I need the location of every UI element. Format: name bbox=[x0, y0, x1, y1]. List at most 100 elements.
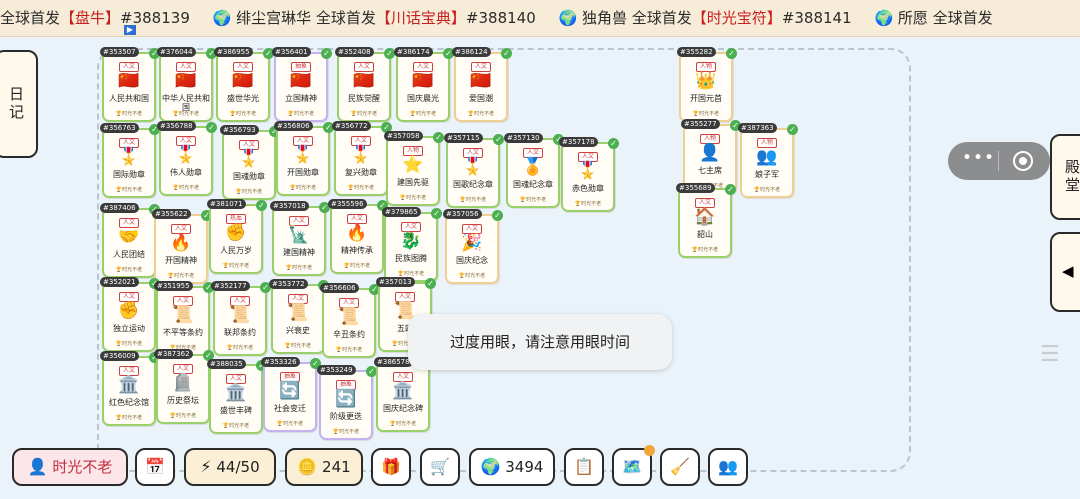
card-id: #351955 bbox=[154, 281, 193, 291]
item-card[interactable]: #355622 ✓ 人文 🔥 开国精神 🏆时光不老 bbox=[152, 209, 212, 284]
card-title: 人民团结 bbox=[113, 250, 145, 259]
card-id: #352177 bbox=[211, 281, 250, 291]
item-card[interactable]: #353249 ✓ 抽象 🔄 阶级更迭 🏆时光不老 bbox=[317, 365, 377, 440]
card-emblem-icon: ✊ bbox=[225, 223, 247, 243]
card-emblem-icon: 📜 bbox=[172, 305, 194, 325]
item-card[interactable]: #353507 ✓ 人文 🇨🇳 人民共和国 🏆时光不老 bbox=[100, 47, 160, 122]
item-card[interactable]: #355689 ✓ 人文 🏠 韶山 🏆时光不老 bbox=[676, 183, 736, 258]
card-footer: 🏆时光不老 bbox=[335, 347, 363, 353]
item-card[interactable]: #351955 ✓ 人文 📜 不平等条约 🏆时光不老 bbox=[154, 281, 214, 356]
card-id: #356806 bbox=[274, 121, 313, 131]
ticker-item[interactable]: 🌍 绯尘宫琳华 全球首发【川话宝典】#388140 bbox=[213, 0, 536, 36]
hall-tab[interactable]: 殿堂 bbox=[1050, 134, 1080, 220]
item-card[interactable]: #355596 ✓ 人文 🔥 精神传承 🏆时光不老 bbox=[328, 199, 388, 274]
globe-icon: 🌍 bbox=[874, 9, 894, 27]
item-card[interactable]: #353326 ✓ 抽象 🔄 社会变迁 🏆时光不老 bbox=[261, 357, 321, 432]
item-card[interactable]: #357115 ✓ 人文 🎖️ 国歌纪念章 🏆时光不老 bbox=[444, 133, 504, 208]
map-button[interactable]: 🗺️ bbox=[612, 445, 655, 486]
item-card[interactable]: #387362 ✓ 人文 🪦 历史祭坛 🏆时光不老 bbox=[154, 349, 214, 424]
item-card[interactable]: #355282 ✓ 人物 👑 开国元首 🏆时光不老 bbox=[677, 47, 737, 122]
item-card[interactable]: #357018 ✓ 人文 🗽 建国精神 🏆时光不老 bbox=[270, 201, 330, 276]
item-card[interactable]: #357178 ✓ 人文 🎖️ 赤色勋章 🏆时光不老 bbox=[559, 137, 619, 212]
shop-button[interactable]: 🛒 bbox=[420, 448, 460, 486]
item-card[interactable]: #356763 ✓ 人文 🎖️ 国际勋章 🏆时光不老 bbox=[100, 123, 160, 198]
calendar-button[interactable]: 📅 bbox=[135, 448, 175, 486]
card-title: 国庆纪念碑 bbox=[383, 404, 423, 413]
item-card[interactable]: #356788 ✓ 人文 🎖️ 伟人勋章 🏆时光不老 bbox=[157, 121, 217, 196]
news-ticker: 全球首发【盘牛】#388139 🌍 绯尘宫琳华 全球首发【川话宝典】#38814… bbox=[0, 0, 1080, 37]
item-card[interactable]: #357058 ✓ 人物 ⭐ 建国先驱 🏆时光不老 bbox=[384, 131, 444, 206]
card-footer: 🏆时光不老 bbox=[115, 267, 143, 273]
item-card[interactable]: #386955 ✓ 人文 🇨🇳 盛世华光 🏆时光不老 bbox=[214, 47, 274, 122]
item-card[interactable]: #357130✓人文🏅国魂纪念章🏆时光不老 bbox=[504, 133, 564, 208]
card-emblem-icon: 🇨🇳 bbox=[470, 71, 492, 91]
check-icon: ✓ bbox=[787, 124, 798, 135]
card-footer: 🏆时光不老 bbox=[169, 413, 197, 419]
gift-icon: 🎁 bbox=[381, 457, 401, 476]
card-emblem-icon: 🔥 bbox=[170, 233, 192, 253]
item-card[interactable]: #387363 ✓ 人物 👥 娘子军 🏆时光不老 bbox=[738, 123, 798, 198]
item-card[interactable]: #388035✓人文🏛️盛世丰碑🏆时光不老 bbox=[207, 359, 267, 434]
close-target-icon[interactable] bbox=[1012, 150, 1034, 172]
card-emblem-icon: 👥 bbox=[756, 147, 778, 167]
eye-strain-toast: 过度用眼，请注意用眼时间 bbox=[408, 314, 672, 370]
coin-counter[interactable]: 🪙 241 bbox=[285, 448, 363, 486]
card-title: 民族图腾 bbox=[395, 254, 427, 263]
ticker-item[interactable]: 全球首发【盘牛】#388139 bbox=[0, 0, 190, 36]
item-card[interactable]: #386124 ✓ 人文 🇨🇳 爱国潮 🏆时光不老 bbox=[452, 47, 512, 122]
card-title: 独立运动 bbox=[113, 324, 145, 333]
item-card[interactable]: #352408 ✓ 人文 🇨🇳 民族觉醒 🏆时光不老 bbox=[335, 47, 395, 122]
bottom-toolbar: 👤 时光不老 📅 ⚡ 44/50 🪙 241 🎁 🛒 🌍 3494 📋 🗺️ 🧹… bbox=[0, 442, 1080, 499]
world-button[interactable]: 🌍 3494 bbox=[469, 448, 555, 486]
item-card[interactable]: #387406✓人文🤝人民团结🏆时光不老 bbox=[100, 203, 160, 278]
clean-button[interactable]: 🧹 bbox=[660, 448, 700, 486]
card-id: #386124 bbox=[452, 47, 491, 57]
item-card[interactable]: #386578✓人文🏛️国庆纪念碑🏆时光不老 bbox=[374, 357, 434, 432]
broom-icon: 🧹 bbox=[670, 457, 690, 476]
card-id: #357056 bbox=[443, 209, 482, 219]
item-card[interactable]: #353772✓人文📜兴衰史🏆时光不老 bbox=[269, 279, 329, 354]
card-emblem-icon: 🇨🇳 bbox=[175, 71, 197, 91]
friends-button[interactable]: 👥 bbox=[708, 448, 748, 486]
item-card[interactable]: #356606 ✓ 人文 📜 辛丑条约 🏆时光不老 bbox=[320, 283, 380, 358]
item-card[interactable]: #352021✓人文✊独立运动🏆时光不老 bbox=[100, 277, 160, 352]
card-id: #353326 bbox=[261, 357, 300, 367]
diary-tab[interactable]: 日记 bbox=[0, 50, 38, 158]
card-title: 七主席 bbox=[698, 166, 722, 175]
item-card[interactable]: #379865 ✓ 人文 🐉 民族图腾 🏆时光不老 bbox=[382, 207, 442, 282]
ticker-item[interactable]: 🌍 所愿 全球首发 bbox=[874, 0, 992, 36]
gift-button[interactable]: 🎁 bbox=[371, 448, 411, 486]
card-title: 不平等条约 bbox=[163, 328, 203, 337]
more-icon[interactable]: ••• bbox=[962, 148, 995, 168]
ticker-item[interactable]: 🌍 独角兽 全球首发【时光宝符】#388141 bbox=[559, 0, 852, 36]
item-card[interactable]: #356009✓人文🏛️红色纪念馆🏆时光不老 bbox=[100, 351, 160, 426]
energy-counter[interactable]: ⚡ 44/50 bbox=[184, 448, 276, 486]
chevron-left-icon: ◀ bbox=[1062, 262, 1074, 280]
card-emblem-icon: 🎖️ bbox=[238, 149, 260, 169]
item-card[interactable]: #352177 ✓ 人文 📜 联邦条约 🏆时光不老 bbox=[211, 281, 271, 356]
card-emblem-icon: 🇨🇳 bbox=[290, 71, 312, 91]
collapse-tab[interactable]: ◀ bbox=[1050, 232, 1080, 312]
card-title: 红色纪念馆 bbox=[109, 398, 149, 407]
item-card[interactable]: #386174 ✓ 人文 🇨🇳 国庆晨光 🏆时光不老 bbox=[394, 47, 454, 122]
item-card[interactable]: #357056 ✓ 人文 🎉 国庆纪念 🏆时光不老 bbox=[443, 209, 503, 284]
play-icon[interactable]: ▶ bbox=[124, 25, 136, 35]
card-footer: 🏆时光不老 bbox=[519, 197, 547, 203]
card-footer: 🏆时光不老 bbox=[172, 111, 200, 117]
tasks-button[interactable]: 📋 bbox=[564, 448, 604, 486]
item-card[interactable]: #356793 ✓ 人文 🎖️ 国魂勋章 🏆时光不老 bbox=[220, 125, 280, 200]
item-card[interactable]: #376044 ✓ 人文 🇨🇳 中华人民共和国 🏆时光不老 bbox=[157, 47, 217, 122]
card-footer: 🏆时光不老 bbox=[347, 185, 375, 191]
card-title: 联邦条约 bbox=[224, 328, 256, 337]
card-id: #356009 bbox=[100, 351, 139, 361]
card-emblem-icon: 🇨🇳 bbox=[412, 71, 434, 91]
notification-dot bbox=[644, 445, 655, 456]
item-card[interactable]: #356401 ✓ 抽象 🇨🇳 立国精神 🏆时光不老 bbox=[272, 47, 332, 122]
card-id: #386955 bbox=[214, 47, 253, 57]
item-card[interactable]: #381071 ✓ 热血 ✊ 人民万岁 🏆时光不老 bbox=[207, 199, 267, 274]
menu-lines-icon[interactable]: ☰ bbox=[1040, 342, 1060, 367]
card-footer: 🏆时光不老 bbox=[226, 345, 254, 351]
item-card[interactable]: #356806 ✓ 人文 🎖️ 开国勋章 🏆时光不老 bbox=[274, 121, 334, 196]
item-card[interactable]: #356772 ✓ 人文 🎖️ 复兴勋章 🏆时光不老 bbox=[332, 121, 392, 196]
profile-button[interactable]: 👤 时光不老 bbox=[12, 448, 128, 486]
